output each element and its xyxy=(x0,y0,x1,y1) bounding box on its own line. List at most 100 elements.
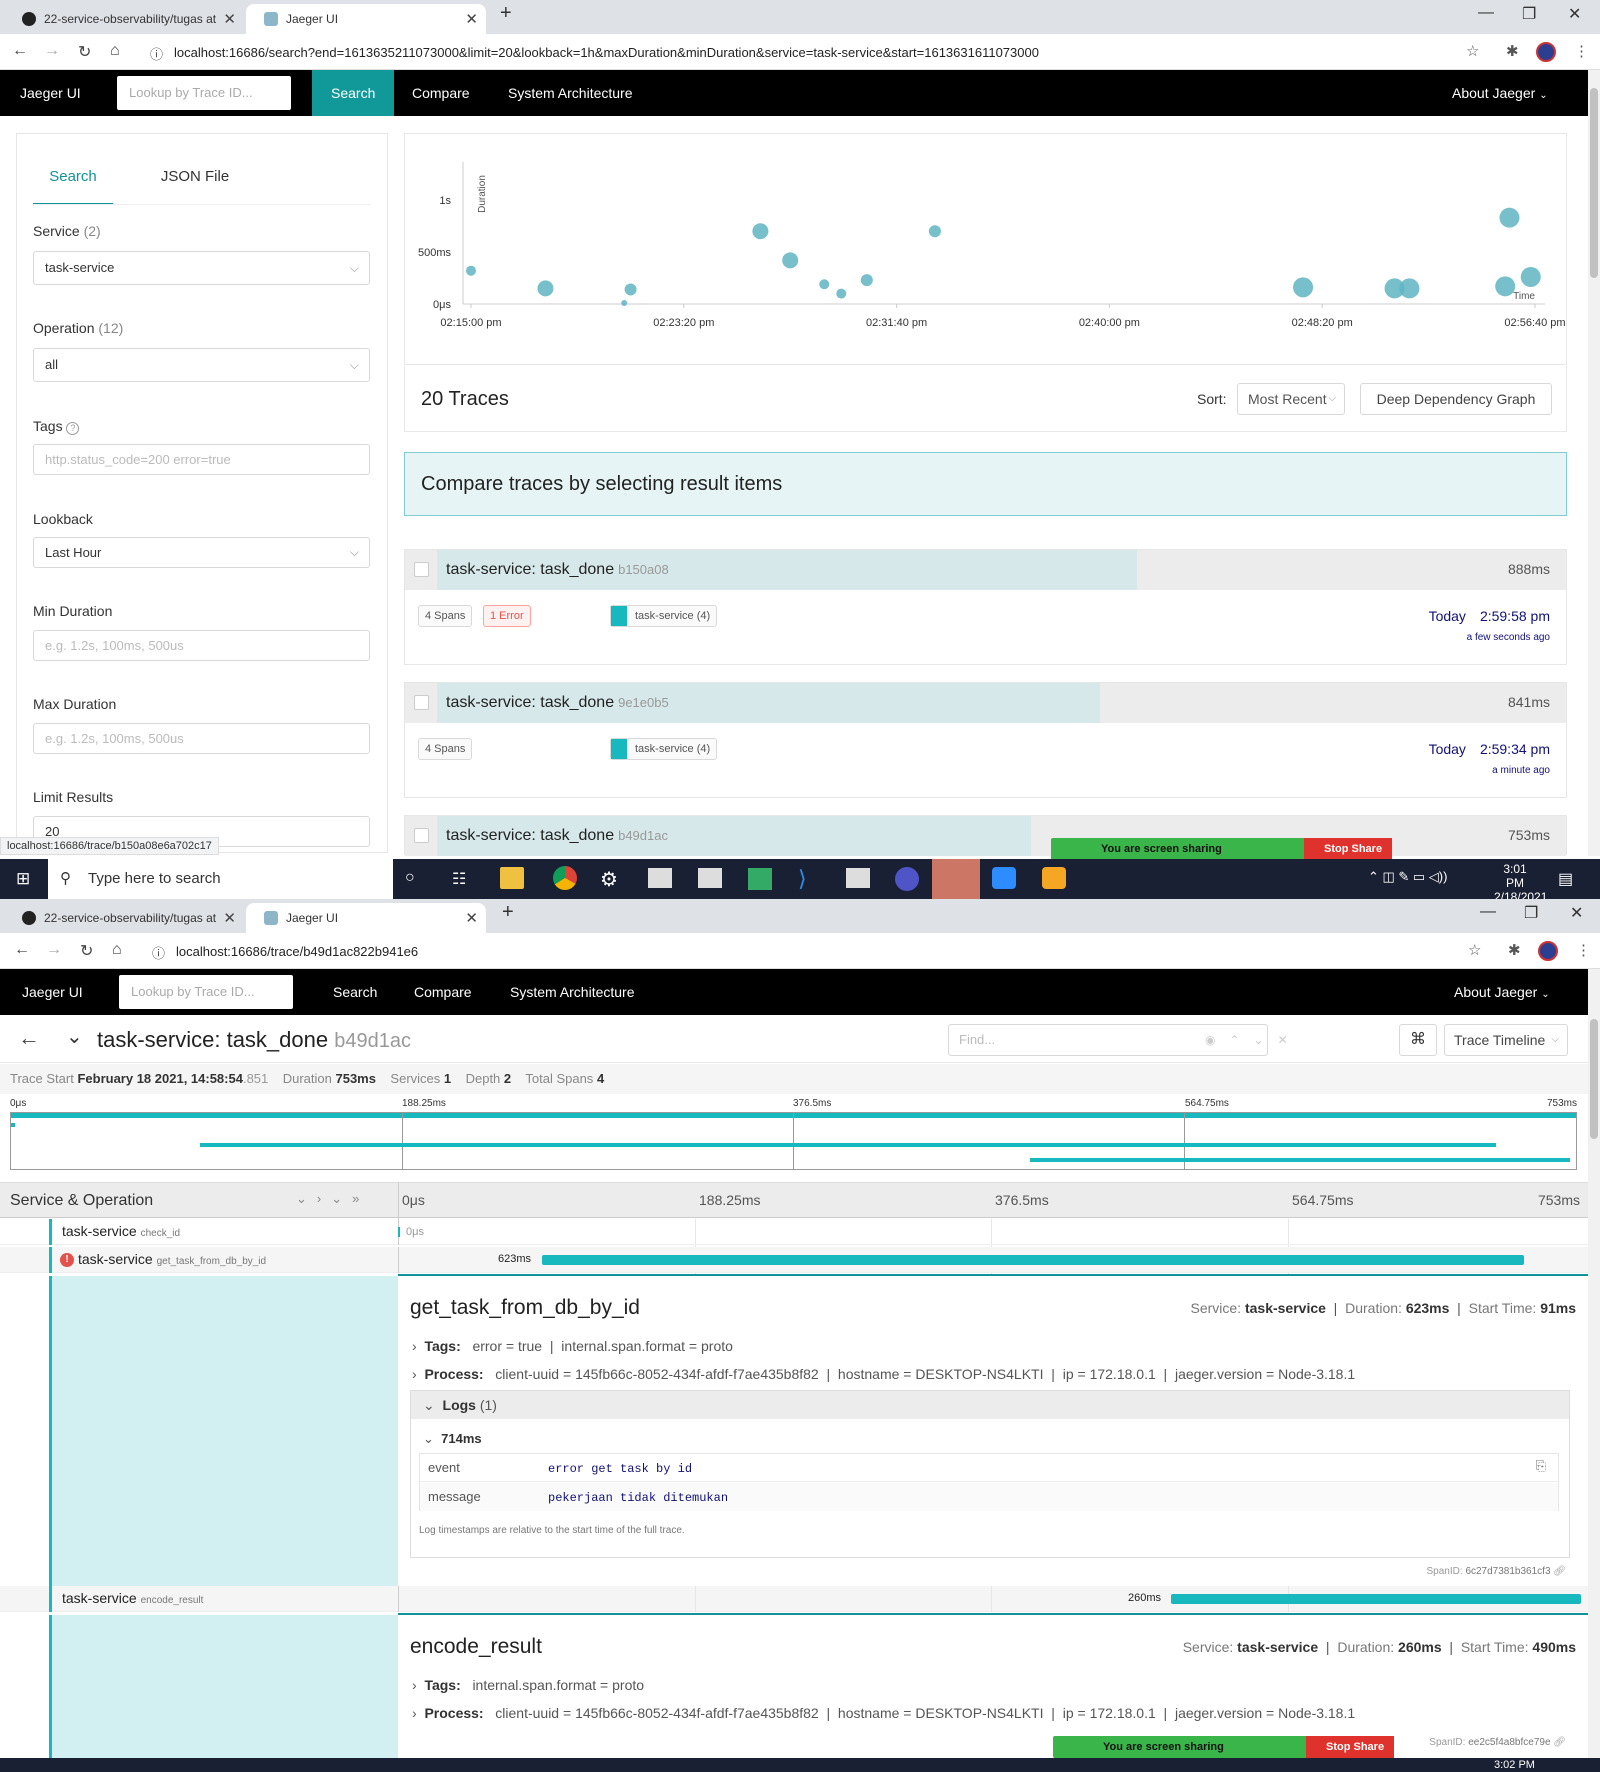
copy-icon[interactable]: ⎘ xyxy=(1536,1458,1546,1474)
scatter-point[interactable] xyxy=(782,252,799,269)
log-time[interactable]: ⌄ 714ms xyxy=(423,1431,482,1447)
tray-icons[interactable]: ⌃ ◫ ✎ ▭ ◁)) xyxy=(1368,869,1447,885)
sort-select[interactable]: Most Recent ⌵ xyxy=(1237,383,1345,415)
page-scrollbar[interactable] xyxy=(1588,969,1600,1772)
avatar[interactable] xyxy=(1536,42,1556,62)
browser-tab-jaeger[interactable]: Jaeger UI ✕ xyxy=(246,4,486,34)
back-icon[interactable]: ← xyxy=(14,941,30,959)
scatter-point[interactable] xyxy=(1495,276,1516,297)
new-tab-icon[interactable]: + xyxy=(500,2,512,25)
page-scrollbar[interactable] xyxy=(1588,70,1600,856)
telegram-icon[interactable] xyxy=(932,859,980,899)
service-select[interactable]: task-service ⌵ xyxy=(33,251,370,285)
forward-icon[interactable]: → xyxy=(46,941,62,959)
reload-icon[interactable]: ↻ xyxy=(80,941,93,961)
cortana-icon[interactable]: ○ xyxy=(405,869,415,887)
span-bar[interactable] xyxy=(1171,1594,1582,1604)
span-bar[interactable] xyxy=(398,1227,400,1237)
link-icon[interactable]: 🔗︎ xyxy=(1553,1566,1566,1577)
tags-row[interactable]: › Tags: error = true | internal.span.for… xyxy=(412,1338,733,1354)
scatter-point[interactable] xyxy=(537,280,554,297)
nav-about[interactable]: About Jaeger ⌄ xyxy=(1452,85,1548,101)
collapse-chevron-icon[interactable]: ⌄ xyxy=(66,1024,83,1049)
back-arrow-icon[interactable]: ← xyxy=(18,1025,40,1051)
nav-compare[interactable]: Compare xyxy=(414,984,472,1000)
file-explorer-icon[interactable] xyxy=(500,867,524,889)
view-select[interactable]: Trace Timeline ⌵ xyxy=(1444,1024,1568,1056)
forward-icon[interactable]: → xyxy=(44,42,60,60)
menu-icon[interactable]: ⋮ xyxy=(1574,42,1589,60)
extensions-icon[interactable]: ✱ xyxy=(1508,941,1521,959)
brand[interactable]: Jaeger UI xyxy=(22,984,83,1000)
process-row[interactable]: › Process: client-uuid = 145fb66c-8052-4… xyxy=(412,1705,1355,1721)
nav-search[interactable]: Search xyxy=(333,984,377,1000)
trace-checkbox[interactable] xyxy=(414,828,429,843)
span-row[interactable]: task-service encode_result 260ms xyxy=(0,1586,1588,1612)
app-icon[interactable] xyxy=(748,868,772,890)
clock[interactable]: 3:02 PM xyxy=(1494,1759,1535,1771)
menu-icon[interactable]: ⋮ xyxy=(1576,941,1591,959)
trace-result[interactable]: task-service: task_done b150a08 888ms 4 S… xyxy=(404,549,1567,665)
task-view-icon[interactable]: ☷ xyxy=(452,869,466,889)
trace-checkbox[interactable] xyxy=(414,562,429,577)
scatter-point[interactable] xyxy=(860,274,873,287)
browser-tab-github[interactable]: 22-service-observability/tugas at ✕ xyxy=(4,903,244,933)
star-icon[interactable]: ☆ xyxy=(1466,42,1479,60)
extensions-icon[interactable]: ✱ xyxy=(1506,42,1519,60)
nav-system-architecture[interactable]: System Architecture xyxy=(508,85,633,101)
span-row[interactable]: task-service check_id 0μs xyxy=(0,1219,1588,1245)
operation-select[interactable]: all ⌵ xyxy=(33,348,370,382)
trace-result[interactable]: task-service: task_done 9e1e0b5 841ms 4 S… xyxy=(404,682,1567,798)
back-icon[interactable]: ← xyxy=(12,42,28,60)
tab-json-file[interactable]: JSON File xyxy=(150,168,240,185)
close-tab-icon[interactable]: ✕ xyxy=(223,909,236,927)
trace-lookup-input[interactable]: Lookup by Trace ID... xyxy=(117,76,291,110)
tags-input[interactable]: http.status_code=200 error=true xyxy=(33,444,370,475)
app-icon[interactable] xyxy=(698,868,722,888)
span-bar[interactable] xyxy=(541,1255,1525,1265)
stop-share-button[interactable]: Stop Share xyxy=(1306,1736,1394,1758)
avatar[interactable] xyxy=(1538,941,1558,961)
scatter-point[interactable] xyxy=(819,279,830,290)
brand[interactable]: Jaeger UI xyxy=(20,85,81,101)
trace-checkbox[interactable] xyxy=(414,695,429,710)
span-row[interactable]: ! task-service get_task_from_db_by_id 62… xyxy=(0,1247,1588,1273)
browser-tab-github[interactable]: 22-service-observability/tugas at ✕ xyxy=(4,4,244,34)
windows-start-icon[interactable]: ⊞ xyxy=(16,869,30,889)
trace-title[interactable]: task-service: task_done b150a08 xyxy=(446,561,669,579)
trace-result[interactable]: task-service: task_done b49d1ac 753ms xyxy=(404,815,1567,856)
scatter-point[interactable] xyxy=(1499,207,1520,228)
nav-system-architecture[interactable]: System Architecture xyxy=(510,984,635,1000)
url-field[interactable]: localhost:16686/trace/b49d1ac822b941e6 xyxy=(176,940,418,964)
home-icon[interactable]: ⌂ xyxy=(110,42,120,60)
clock[interactable]: 3:01 PM 2/18/2021 xyxy=(1494,862,1547,904)
app-icon[interactable] xyxy=(846,868,870,888)
logs-header[interactable]: ⌄ Logs (1) xyxy=(411,1391,1569,1419)
nav-about[interactable]: About Jaeger ⌄ xyxy=(1454,984,1550,1000)
new-tab-icon[interactable]: + xyxy=(502,901,514,924)
link-icon[interactable]: 🔗︎ xyxy=(1553,1737,1566,1748)
deep-dependency-graph-button[interactable]: Deep Dependency Graph xyxy=(1360,383,1552,415)
scatter-point[interactable] xyxy=(752,223,769,240)
scatter-point[interactable] xyxy=(621,299,628,306)
reload-icon[interactable]: ↻ xyxy=(78,42,91,62)
close-tab-icon[interactable]: ✕ xyxy=(465,909,478,927)
trace-title[interactable]: task-service: task_done b49d1ac xyxy=(446,827,668,845)
home-icon[interactable]: ⌂ xyxy=(112,941,122,959)
trace-lookup-input[interactable]: Lookup by Trace ID... xyxy=(119,975,293,1009)
scatter-point[interactable] xyxy=(1399,278,1420,299)
scatter-point[interactable] xyxy=(624,283,637,296)
restore-icon[interactable]: ❐ xyxy=(1524,903,1538,923)
trace-minimap[interactable] xyxy=(10,1112,1577,1170)
chrome-icon[interactable] xyxy=(553,866,577,890)
scatter-point[interactable] xyxy=(836,288,847,299)
tags-row[interactable]: › Tags: internal.span.format = proto xyxy=(412,1677,644,1693)
minimize-icon[interactable]: — xyxy=(1480,903,1496,921)
app-icon[interactable] xyxy=(1042,867,1066,889)
find-input[interactable]: Find... ◉⌃⌄✕ xyxy=(948,1024,1288,1056)
notifications-icon[interactable]: ▤ xyxy=(1558,869,1573,889)
keyboard-shortcuts-icon[interactable]: ⌘ xyxy=(1399,1024,1437,1056)
minimize-icon[interactable]: — xyxy=(1478,4,1494,22)
nav-compare[interactable]: Compare xyxy=(412,85,470,101)
min-duration-input[interactable]: e.g. 1.2s, 100ms, 500us xyxy=(33,630,370,661)
